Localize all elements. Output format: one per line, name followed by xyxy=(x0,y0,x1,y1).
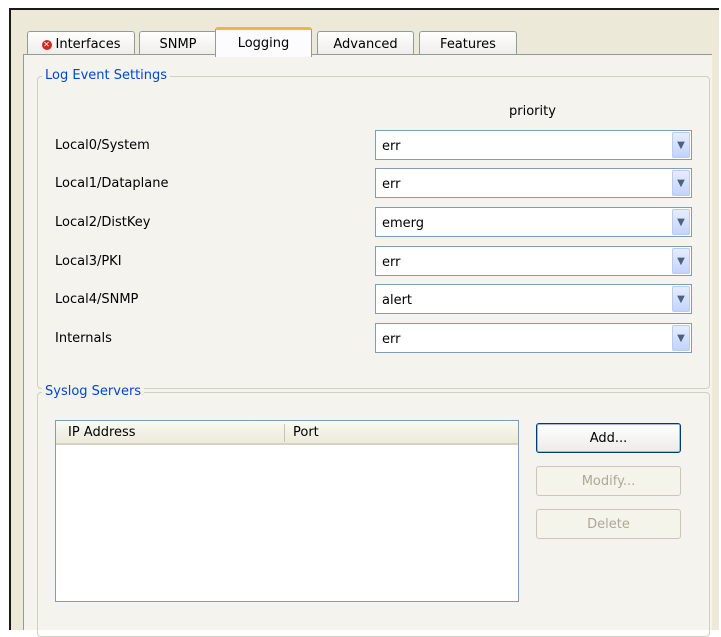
priority-select[interactable]: err ▼ xyxy=(375,246,692,276)
priority-select[interactable]: alert ▼ xyxy=(375,284,692,314)
selected-value: emerg xyxy=(382,216,425,231)
facility-label: Local3/PKI xyxy=(55,254,122,269)
facility-label: Local2/DistKey xyxy=(55,215,151,230)
modify-button[interactable]: Modify... xyxy=(536,466,681,496)
chevron-down-icon[interactable]: ▼ xyxy=(672,325,690,351)
table-header: IP Address Port xyxy=(56,421,518,445)
tab-label: SNMP xyxy=(159,37,197,52)
chevron-down-icon[interactable]: ▼ xyxy=(672,132,690,158)
delete-button[interactable]: Delete xyxy=(536,509,681,539)
chevron-down-icon[interactable]: ▼ xyxy=(672,209,690,235)
chevron-down-icon[interactable]: ▼ xyxy=(672,286,690,312)
priority-select[interactable]: emerg ▼ xyxy=(375,207,692,237)
error-icon: ✕ xyxy=(41,39,52,50)
syslog-servers-table[interactable]: IP Address Port xyxy=(55,420,519,602)
facility-label: Internals xyxy=(55,331,112,346)
group-title: Log Event Settings xyxy=(42,68,171,83)
tab-logging[interactable]: Logging xyxy=(215,27,312,57)
facility-label: Local0/System xyxy=(55,138,150,153)
priority-select[interactable]: err ▼ xyxy=(375,323,692,353)
chevron-down-icon[interactable]: ▼ xyxy=(672,248,690,274)
column-header-port[interactable]: Port xyxy=(293,425,319,440)
add-button[interactable]: Add... xyxy=(536,423,681,453)
selected-value: err xyxy=(382,332,401,347)
group-title: Syslog Servers xyxy=(42,384,145,399)
selected-value: alert xyxy=(382,293,413,308)
priority-select[interactable]: err ▼ xyxy=(375,168,692,198)
tab-label: Logging xyxy=(237,36,290,51)
priority-select[interactable]: err ▼ xyxy=(375,130,692,160)
column-header-ip-address[interactable]: IP Address xyxy=(68,425,136,440)
column-divider[interactable] xyxy=(284,424,285,442)
tab-label: Advanced xyxy=(333,37,398,52)
chevron-down-icon[interactable]: ▼ xyxy=(672,170,690,196)
tab-label: Features xyxy=(440,37,496,52)
facility-label: Local1/Dataplane xyxy=(55,176,169,191)
selected-value: err xyxy=(382,139,401,154)
facility-label: Local4/SNMP xyxy=(55,292,139,307)
selected-value: err xyxy=(382,177,401,192)
tab-label: Interfaces xyxy=(55,37,121,52)
selected-value: err xyxy=(382,255,401,270)
priority-header: priority xyxy=(509,104,556,119)
